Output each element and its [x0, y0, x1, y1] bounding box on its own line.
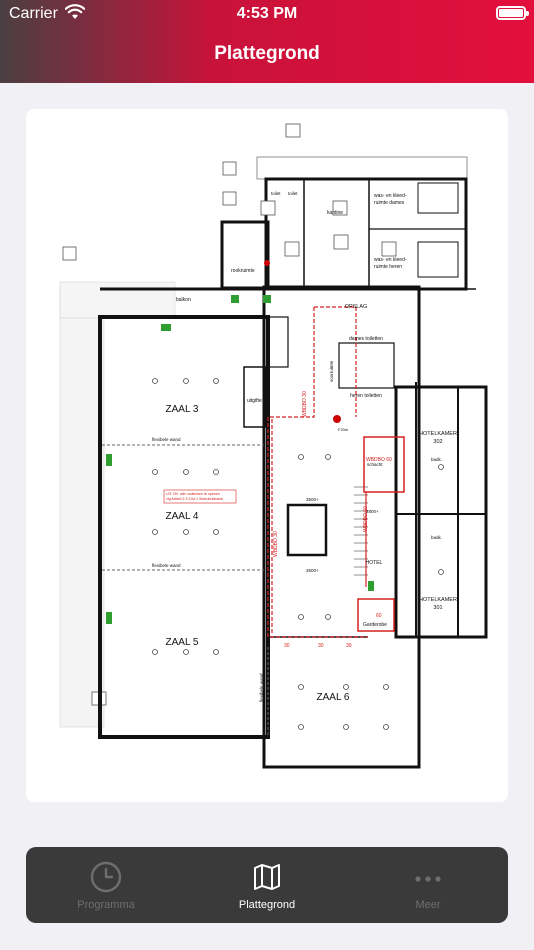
room-kantine: kantine	[327, 210, 343, 216]
room-hotelkamer-301: HOTELKAMER	[419, 597, 457, 603]
label-f30-b: 30	[318, 643, 324, 649]
label-f30-a: 30	[284, 643, 290, 649]
label-flex-wand-1: flexibele wand	[152, 437, 181, 442]
shower-block	[417, 182, 459, 214]
room-dames-toiletten: dames toiletten	[349, 336, 383, 342]
shower-block	[417, 241, 459, 278]
tab-plattegrond[interactable]: Plattegrond	[187, 847, 347, 923]
room-zaal-4: ZAAL 4	[166, 511, 199, 522]
smoking-room-wall	[220, 220, 270, 290]
battery-icon	[496, 6, 529, 20]
roof-hatch	[285, 123, 301, 138]
fire-extinguisher-mark	[333, 415, 341, 423]
roof-hatch	[222, 161, 237, 176]
fire-extinguisher-mark	[264, 260, 270, 266]
room-zaal-6: ZAAL 6	[317, 692, 350, 703]
label-level-2: 3500+	[306, 568, 319, 573]
tab-programma[interactable]: Programma	[26, 847, 186, 923]
map-icon	[254, 864, 280, 890]
more-icon	[415, 876, 441, 882]
room-uitgifte: uitgifte	[247, 398, 262, 404]
status-bar: Carrier 4:53 PM	[0, 0, 534, 28]
label-flex-wand-2: flexibele wand	[152, 563, 181, 568]
toilet-block	[338, 342, 395, 389]
navigation-header: Carrier 4:53 PM Plattegrond	[0, 0, 534, 83]
room-badk-b: badk.	[431, 535, 442, 540]
room-rookruimte: rookruimte	[231, 268, 255, 274]
tab-programma-label: Programma	[77, 899, 135, 911]
room-was-heren-2: ruimte heren	[374, 264, 402, 270]
roof-outline	[256, 156, 468, 180]
label-level-1: 3500+	[306, 497, 319, 502]
balcony-hatch-area	[59, 281, 176, 319]
label-wbdbo-3: WBDBO 60	[366, 457, 392, 463]
tab-bar: Programma Plattegrond Meer	[26, 847, 508, 923]
skylight	[333, 234, 349, 250]
roof-hatch	[222, 191, 237, 206]
skylight	[260, 200, 276, 216]
label-flex-wand-3: flexibele wand	[259, 673, 264, 702]
label-note-1: UIT OK: alle rookluiken te openen	[166, 492, 220, 496]
room-voorruimte: voorruimte	[329, 360, 334, 382]
label-note-2: vlg Artikel 2.3.3 lid 1 Subrubriekstuk	[166, 497, 223, 501]
roof-hatch	[62, 246, 77, 261]
stairwell-box	[286, 503, 328, 557]
tab-meer-label: Meer	[415, 899, 441, 911]
room-was-dames-2: ruimte dames	[374, 200, 405, 206]
room-toilet-b: toilet	[288, 191, 298, 196]
floorplan-card[interactable]: ZAAL 3 ZAAL 4 ZAAL 5 ZAAL 6 HOTELKAMER 3…	[26, 109, 508, 802]
room-balkon: balkon	[176, 297, 191, 303]
tab-plattegrond-label: Plattegrond	[238, 899, 296, 911]
clock-time: 4:53 PM	[236, 5, 298, 22]
terrace-hatch-area	[59, 286, 105, 728]
clock-icon	[90, 861, 122, 893]
tab-meer[interactable]: Meer	[348, 847, 508, 923]
room-toilet-a: toilet	[271, 191, 281, 196]
room-garderobe: Garderobe	[363, 622, 387, 628]
room-hotelkamer-301-nr: 301	[433, 605, 442, 611]
room-was-heren: was- en kleed-	[374, 257, 407, 263]
room-opslag: OPSLAG	[345, 304, 368, 310]
label-wbdbo-4: WBDBO 60	[363, 506, 369, 532]
label-wbdbo-1: WBDBO 30	[302, 391, 308, 417]
label-f30-c: 30	[346, 643, 352, 649]
room-hotel: HOTEL	[366, 560, 383, 566]
room-badk-a: badk.	[431, 457, 442, 462]
fire-compartment-lines	[267, 306, 368, 638]
exit-signs	[106, 295, 374, 624]
room-heren-toiletten: heren toiletten	[350, 393, 382, 399]
room-hotelkamer-302-nr: 302	[433, 439, 442, 445]
page-title: Plattegrond	[214, 43, 320, 64]
skylight	[284, 241, 300, 257]
room-zaal-5: ZAAL 5	[166, 637, 199, 648]
skylight	[381, 241, 397, 257]
stair-top	[267, 316, 289, 368]
label-f20m: F20m	[338, 427, 349, 432]
label-f60: 60	[376, 613, 382, 619]
room-hotelkamer-302: HOTELKAMER	[419, 431, 457, 437]
room-was-dames: was- en kleed-	[374, 193, 407, 199]
floorplan-image[interactable]: ZAAL 3 ZAAL 4 ZAAL 5 ZAAL 6 HOTELKAMER 3…	[56, 117, 500, 799]
room-zaal-3: ZAAL 3	[166, 404, 199, 415]
label-wbdbo-2: WBDBO 30	[273, 531, 279, 557]
